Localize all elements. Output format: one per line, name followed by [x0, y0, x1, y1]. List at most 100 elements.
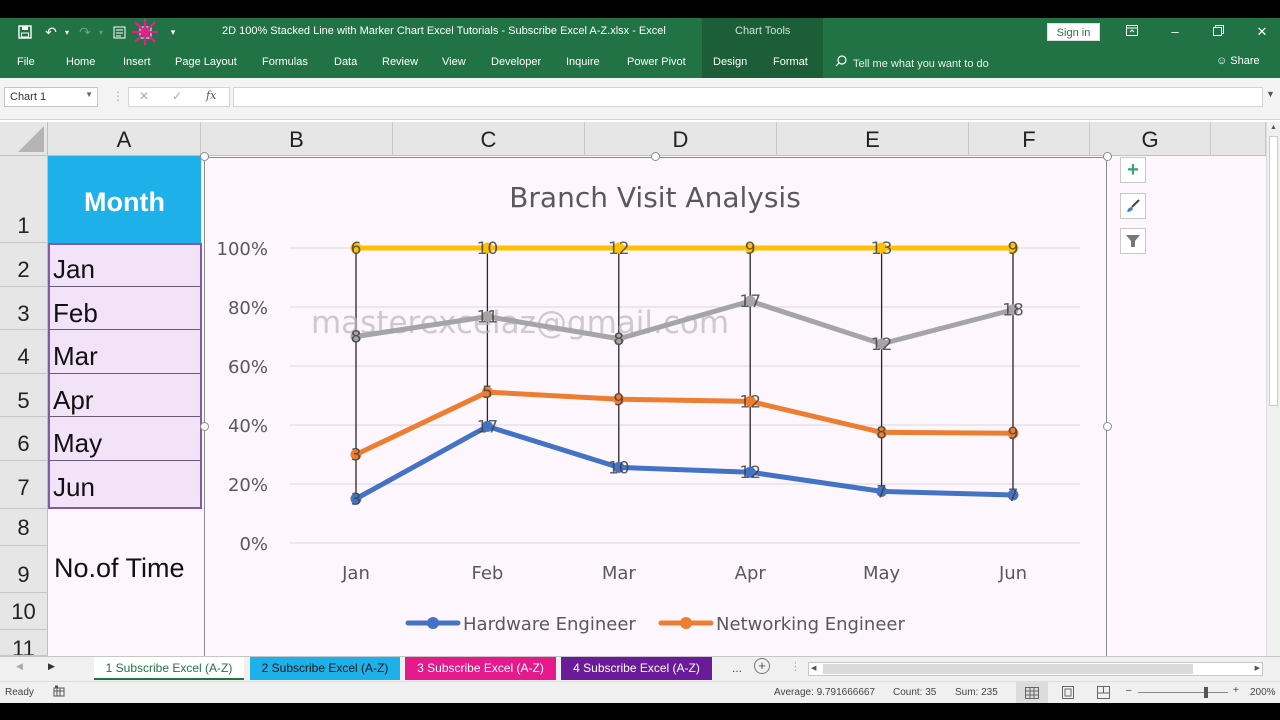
new-sheet-icon[interactable]: +	[754, 658, 770, 674]
cell-a1[interactable]: Month	[48, 156, 201, 243]
zoom-slider-thumb[interactable]	[1203, 687, 1208, 698]
sheet-tab-1[interactable]: 1 Subscribe Excel (A-Z)	[94, 657, 244, 680]
chart-styles-button[interactable]	[1120, 193, 1146, 219]
undo-dropdown-icon[interactable]: ▾	[58, 23, 76, 41]
select-all-button[interactable]	[0, 122, 48, 156]
column-header-h[interactable]	[1211, 122, 1266, 156]
ribbon-display-options-icon[interactable]	[1122, 22, 1142, 42]
chart-area[interactable]	[204, 157, 1107, 657]
status-sum[interactable]: Sum: 235	[955, 687, 998, 698]
tab-power-pivot[interactable]: Power Pivot	[627, 56, 686, 68]
tab-developer[interactable]: Developer	[491, 56, 541, 68]
zoom-level[interactable]: 200%	[1250, 687, 1276, 698]
row-header-4[interactable]: 4	[0, 330, 48, 374]
resize-handle-top[interactable]	[651, 152, 660, 161]
chart-filters-button[interactable]	[1120, 228, 1146, 254]
page-break-preview-icon[interactable]	[1097, 686, 1110, 702]
close-icon[interactable]: ✕	[1252, 22, 1272, 42]
zoom-slider-track[interactable]	[1138, 692, 1228, 693]
row-header-6[interactable]: 6	[0, 417, 48, 461]
ribbon-tabs: File Home Insert Page Layout Formulas Da…	[0, 46, 1280, 78]
zoom-in-button[interactable]: +	[1233, 685, 1239, 696]
zoom-out-button[interactable]: –	[1126, 685, 1132, 696]
horizontal-scroll-thumb[interactable]	[823, 664, 1193, 674]
tab-file[interactable]: File	[17, 56, 35, 68]
screen-bottom-bar	[0, 703, 1280, 720]
column-header-d[interactable]: D	[585, 122, 777, 156]
tab-formulas[interactable]: Formulas	[262, 56, 308, 68]
scroll-up-icon[interactable]: ▲	[1270, 124, 1277, 131]
row-header-10[interactable]: 10	[0, 593, 48, 630]
tab-page-layout[interactable]: Page Layout	[175, 56, 237, 68]
tab-split-handle[interactable]: ⋮	[790, 660, 801, 673]
row-header-1[interactable]: 1	[0, 156, 48, 243]
status-bar: Ready Average: 9.791666667 Count: 35 Sum…	[0, 681, 1280, 703]
tab-home[interactable]: Home	[66, 56, 95, 68]
vertical-scrollbar[interactable]: ▲	[1266, 122, 1280, 656]
grip-icon[interactable]: ⋮	[112, 89, 124, 103]
screen-top-bar	[0, 0, 1280, 18]
more-sheets-button[interactable]: ...	[732, 661, 742, 675]
tab-inquire[interactable]: Inquire	[566, 56, 600, 68]
enter-icon[interactable]: ✓	[172, 89, 182, 103]
row-header-9[interactable]: 9	[0, 546, 48, 593]
customize-qat-icon[interactable]: ▾	[164, 23, 182, 41]
next-sheet-icon[interactable]: ▶	[48, 661, 55, 672]
column-header-g[interactable]: G	[1090, 122, 1211, 156]
sheet-tab-3[interactable]: 3 Subscribe Excel (A-Z)	[405, 657, 556, 680]
column-header-b[interactable]: B	[201, 122, 393, 156]
row-header-5[interactable]: 5	[0, 374, 48, 417]
insert-function-icon[interactable]: fx	[206, 89, 216, 102]
sign-in-button[interactable]: Sign in	[1047, 23, 1100, 41]
column-header-c[interactable]: C	[393, 122, 585, 156]
row-header-7[interactable]: 7	[0, 461, 48, 509]
sheet-tab-4[interactable]: 4 Subscribe Excel (A-Z)	[561, 657, 712, 680]
status-ready: Ready	[5, 687, 34, 698]
tab-data[interactable]: Data	[334, 56, 357, 68]
vertical-scroll-thumb[interactable]	[1269, 136, 1278, 406]
row-header-8[interactable]: 8	[0, 509, 48, 546]
tell-me-text: Tell me what you want to do	[853, 58, 989, 70]
minimize-icon[interactable]: –	[1165, 22, 1185, 42]
resize-handle-top-right[interactable]	[1103, 152, 1112, 161]
tab-view[interactable]: View	[442, 56, 466, 68]
tell-me-box[interactable]: Tell me what you want to do	[835, 55, 989, 70]
scroll-right-icon[interactable]: ▶	[1255, 664, 1260, 672]
cancel-icon[interactable]: ✕	[139, 89, 149, 103]
share-button[interactable]: ☺ Share	[1216, 55, 1260, 67]
column-header-f[interactable]: F	[969, 122, 1090, 156]
expand-formula-bar-icon[interactable]: ▼	[1266, 89, 1275, 99]
column-header-e[interactable]: E	[777, 122, 969, 156]
restore-icon[interactable]	[1208, 22, 1228, 42]
prev-sheet-icon[interactable]: ◀	[16, 661, 23, 672]
chart-source-range-highlight	[48, 243, 202, 509]
tab-format[interactable]: Format	[773, 56, 808, 68]
save-icon[interactable]	[16, 23, 34, 41]
redo-dropdown-icon[interactable]: ▾	[92, 23, 110, 41]
sheet-tab-2[interactable]: 2 Subscribe Excel (A-Z)	[250, 657, 400, 680]
column-header-a[interactable]: A	[48, 122, 201, 156]
tab-review[interactable]: Review	[382, 56, 418, 68]
status-average[interactable]: Average: 9.791666667	[774, 687, 875, 698]
macro-recording-icon[interactable]	[53, 685, 65, 700]
form-icon[interactable]	[110, 23, 128, 41]
scroll-left-icon[interactable]: ◀	[811, 664, 816, 672]
horizontal-scrollbar[interactable]: ◀ ▶	[808, 662, 1263, 676]
tab-insert[interactable]: Insert	[123, 56, 151, 68]
resize-handle-right[interactable]	[1103, 422, 1112, 431]
cell-a9[interactable]: No.of Time	[54, 553, 185, 584]
row-header-11[interactable]: 11	[0, 630, 48, 656]
excel-window: ↶ ▾ ↷ ▾ ▾ 2D 100% Stacked Line with Mark…	[0, 0, 1280, 720]
row-header-2[interactable]: 2	[0, 243, 48, 287]
normal-view-button[interactable]	[1016, 682, 1048, 703]
resize-handle-left[interactable]	[200, 422, 209, 431]
tab-design[interactable]: Design	[713, 56, 747, 68]
formula-input[interactable]	[233, 87, 1263, 107]
chevron-down-icon[interactable]: ▼	[85, 90, 93, 99]
chart-elements-button[interactable]: +	[1120, 157, 1146, 183]
resize-handle-top-left[interactable]	[200, 152, 209, 161]
status-count[interactable]: Count: 35	[893, 687, 936, 698]
page-layout-view-icon[interactable]	[1062, 686, 1074, 702]
row-header-3[interactable]: 3	[0, 287, 48, 330]
name-box[interactable]: Chart 1 ▼	[4, 87, 98, 107]
